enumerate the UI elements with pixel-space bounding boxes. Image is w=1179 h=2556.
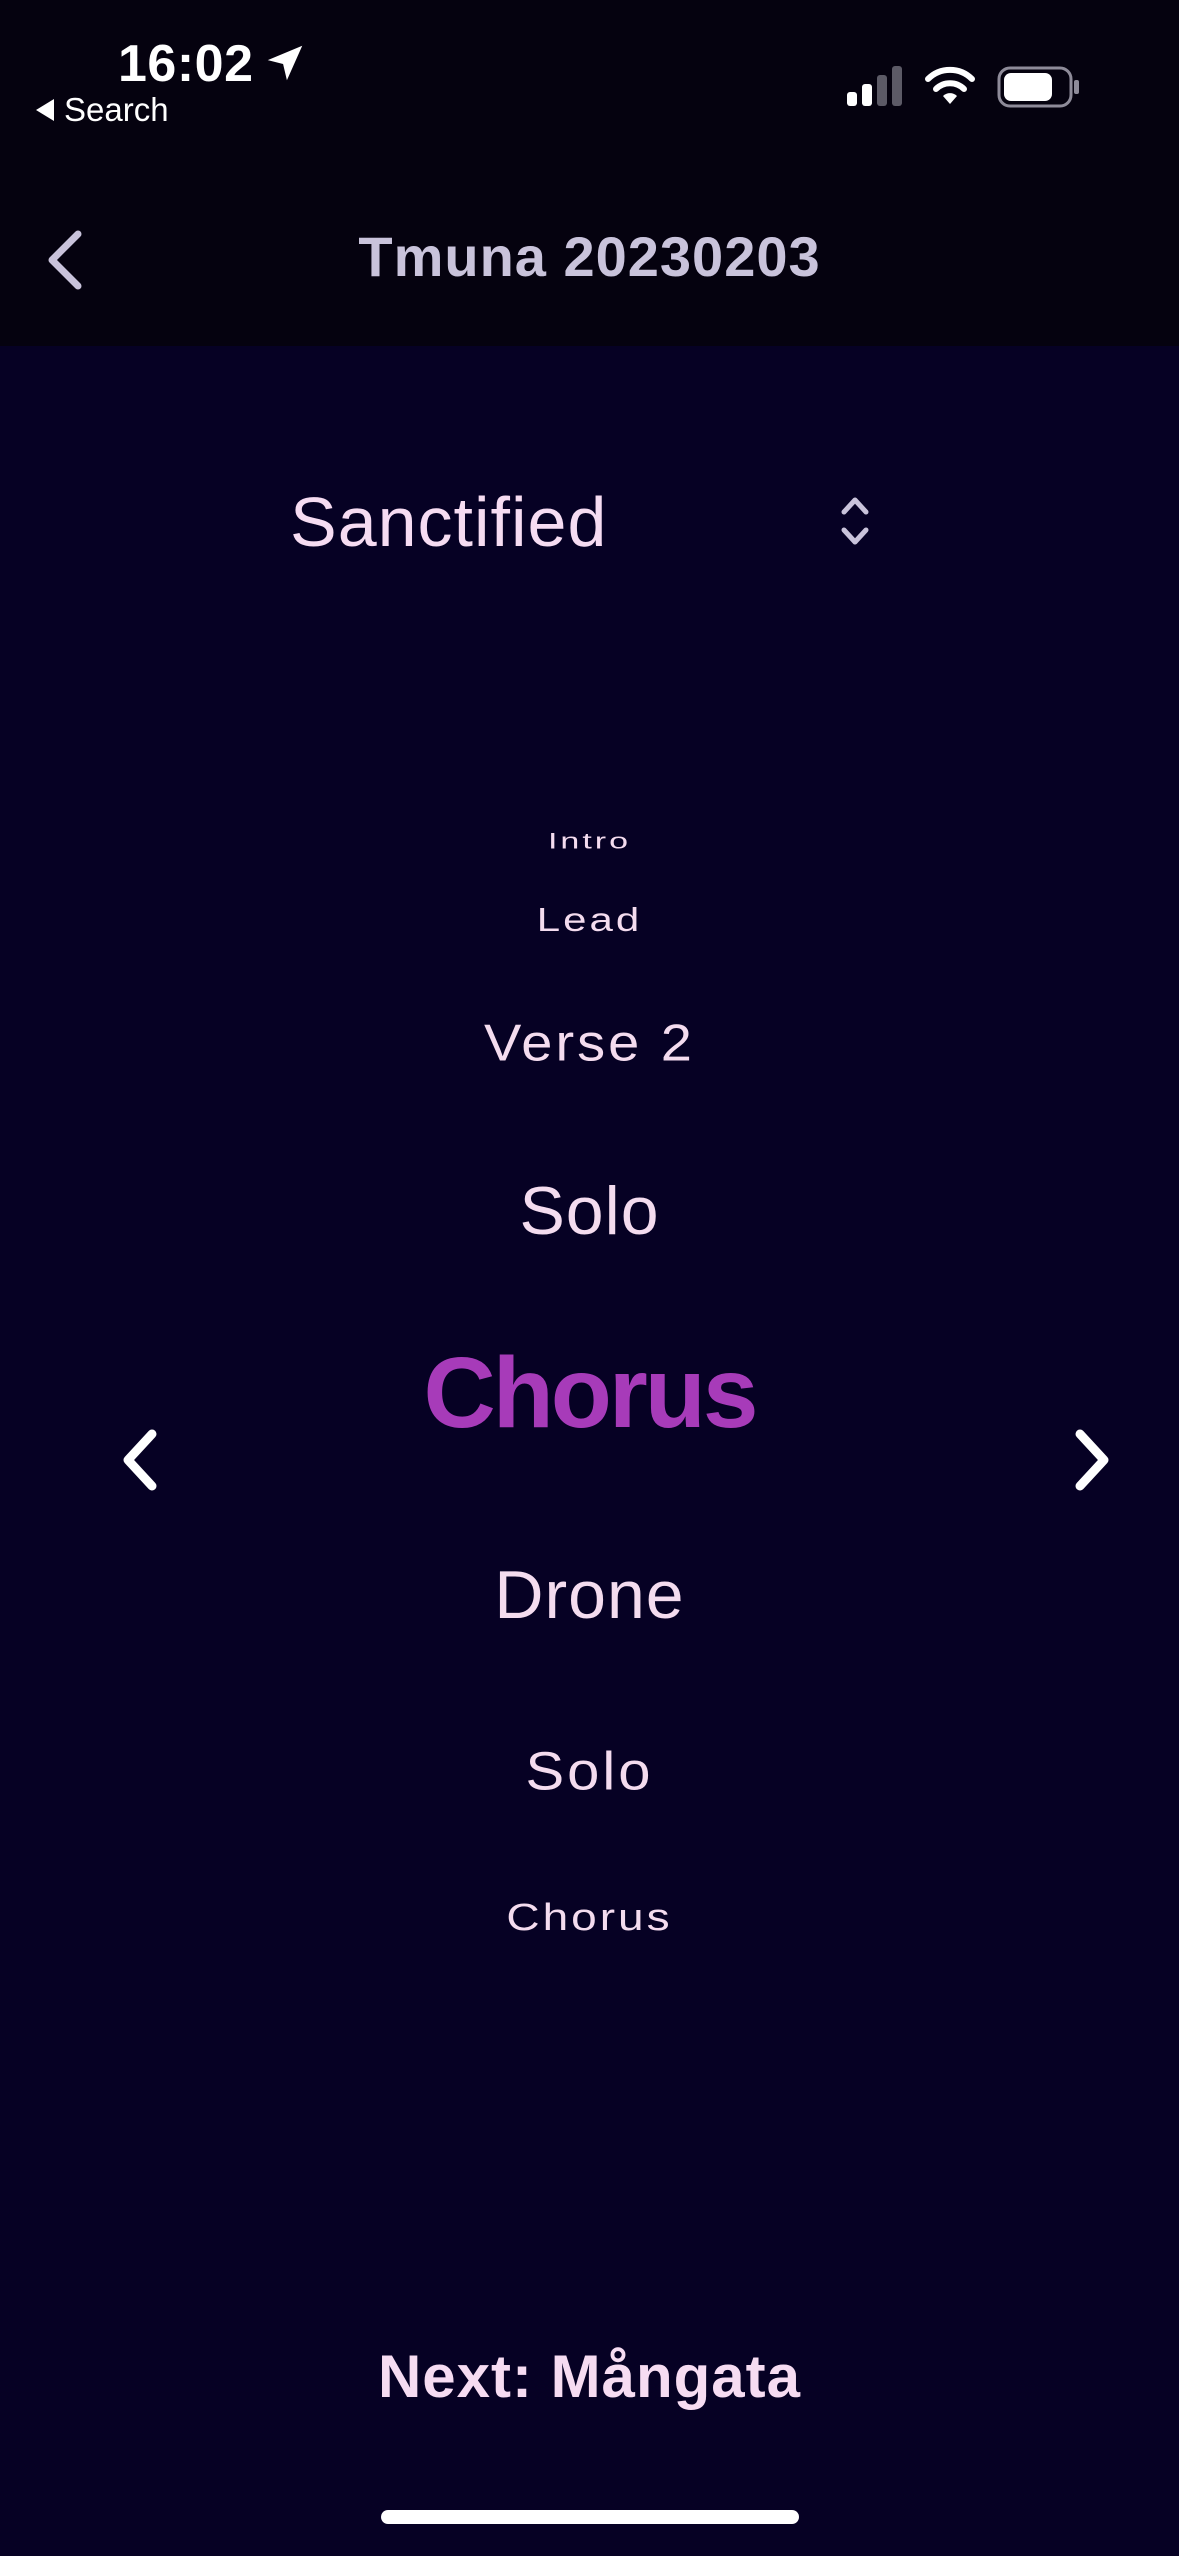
location-arrow-icon xyxy=(267,45,303,81)
section-item-label: Intro xyxy=(547,828,632,854)
back-to-search-button[interactable]: Search xyxy=(36,90,169,130)
next-song-label: Next: Mångata xyxy=(377,2343,802,2410)
cellular-signal-icon xyxy=(847,66,902,106)
section-item-label: Drone xyxy=(494,1557,685,1633)
section-item-label: Solo xyxy=(525,1741,654,1802)
page-title: Tmuna 20230203 xyxy=(358,225,821,288)
section-item-label: Lead xyxy=(536,900,643,939)
section-item-label: Solo xyxy=(519,1173,660,1249)
wifi-icon xyxy=(925,66,975,104)
battery-icon xyxy=(997,66,1079,108)
back-triangle-icon xyxy=(36,99,54,121)
section-item[interactable]: Drone xyxy=(0,1556,1179,1634)
home-indicator[interactable] xyxy=(381,2510,799,2524)
back-to-search-label: Search xyxy=(64,91,169,128)
status-time: 16:02 xyxy=(118,35,254,93)
section-item[interactable]: Solo xyxy=(0,1172,1179,1250)
song-picker[interactable]: Sanctified xyxy=(290,470,900,570)
song-picker-value: Sanctified xyxy=(290,483,608,561)
up-down-chevrons-icon xyxy=(841,497,869,545)
current-section-label: Chorus xyxy=(423,1337,759,1449)
section-item[interactable]: Verse 2 xyxy=(0,1010,1179,1075)
next-section-button[interactable] xyxy=(1062,1420,1122,1500)
current-section[interactable]: Chorus xyxy=(0,1336,1179,1451)
previous-section-button[interactable] xyxy=(110,1420,170,1500)
section-item-label: Chorus xyxy=(506,1895,673,1939)
section-item-label: Verse 2 xyxy=(484,1013,695,1072)
section-item[interactable]: Chorus xyxy=(0,1890,1179,1944)
section-item[interactable]: Lead xyxy=(0,896,1179,944)
section-item[interactable]: Intro xyxy=(0,822,1179,861)
section-item[interactable]: Solo xyxy=(0,1738,1179,1805)
